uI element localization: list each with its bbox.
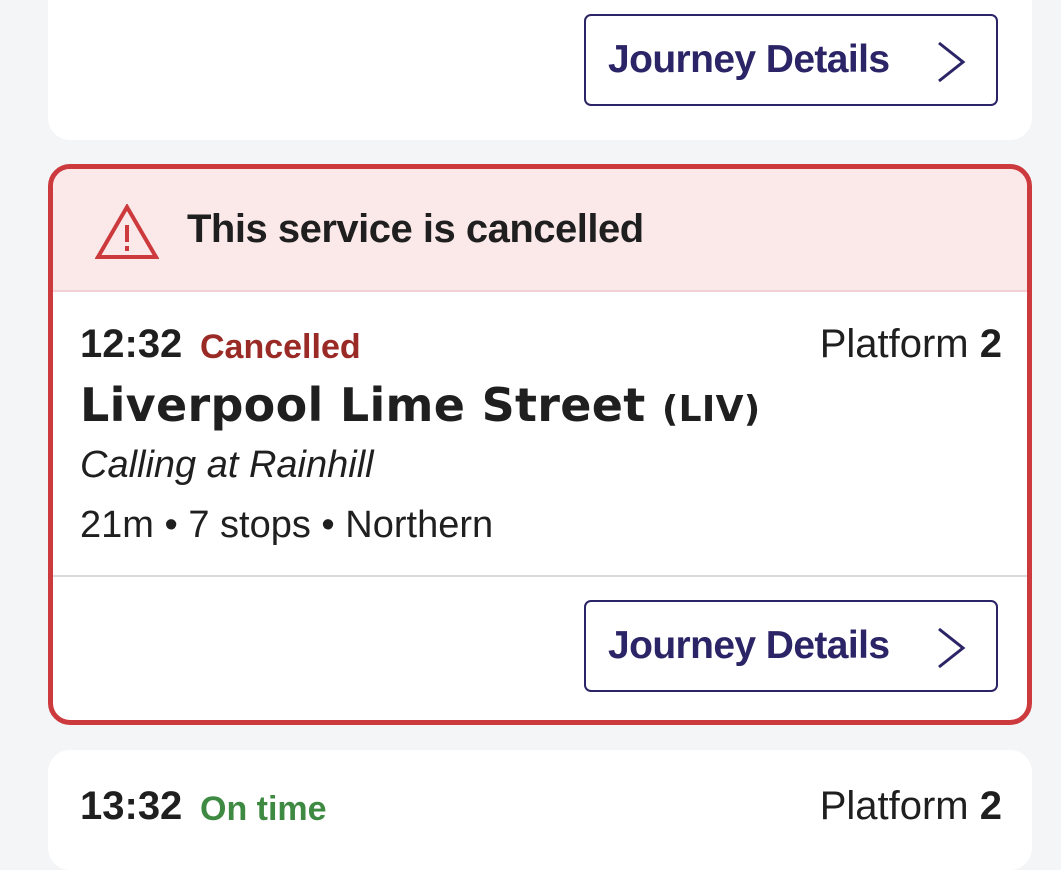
destination-code: (LIV)	[661, 389, 761, 430]
divider	[53, 575, 1027, 577]
departure-time: 13:32	[80, 784, 183, 828]
platform-label: Platform	[819, 322, 969, 366]
cancellation-alert: This service is cancelled	[53, 169, 1027, 292]
chevron-right-icon	[938, 41, 966, 83]
status-badge: On time	[200, 790, 327, 828]
platform-number: 2	[979, 784, 1002, 828]
destination: Liverpool Lime Street (LIV)	[80, 378, 761, 432]
journey-details-button[interactable]: Journey Details	[584, 14, 998, 106]
service-summary: 12:32 Cancelled Platform 2 Liverpool Lim…	[53, 292, 1027, 575]
chevron-right-icon	[938, 627, 966, 669]
platform-info: Platform 2	[820, 322, 1002, 367]
service-card-cancelled: This service is cancelled 12:32 Cancelle…	[48, 164, 1032, 725]
journey-details-button[interactable]: Journey Details	[584, 600, 998, 692]
status-badge: Cancelled	[200, 328, 361, 366]
journey-details-label: Journey Details	[608, 38, 890, 81]
platform-info: Platform 2	[820, 784, 1002, 829]
warning-triangle-icon	[95, 204, 159, 259]
service-card-next: 13:32 On time Platform 2	[48, 750, 1032, 870]
platform-number: 2	[979, 322, 1002, 366]
service-card-previous: Journey Details	[48, 0, 1032, 140]
journey-meta: 21m • 7 stops • Northern	[80, 504, 494, 546]
alert-message: This service is cancelled	[187, 207, 644, 251]
departure-time: 12:32	[80, 322, 183, 366]
platform-label: Platform	[819, 784, 969, 828]
destination-name: Liverpool Lime Street	[80, 378, 646, 432]
calling-at: Calling at Rainhill	[80, 444, 374, 486]
journey-details-label: Journey Details	[608, 624, 890, 667]
